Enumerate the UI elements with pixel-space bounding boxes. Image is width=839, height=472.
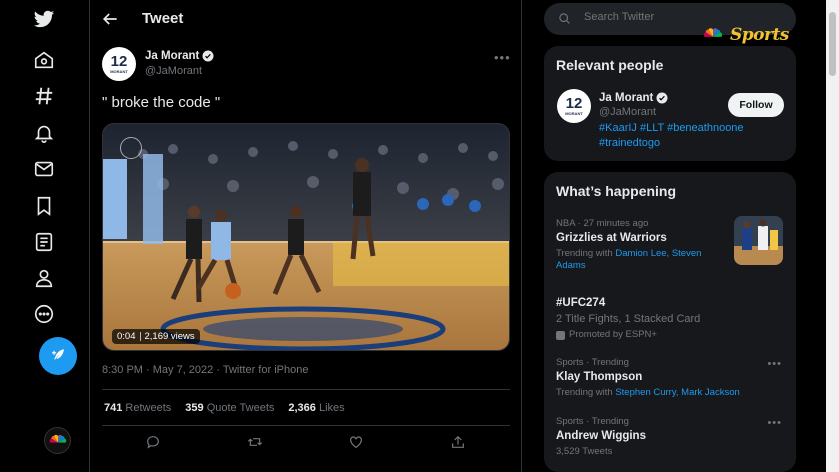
relevant-person-name[interactable]: Ja Morant: [599, 92, 668, 104]
video-time: 0:04: [117, 331, 136, 342]
quote-tweets-stat[interactable]: 359 Quote Tweets: [185, 402, 274, 414]
nbc-peacock-icon: [49, 434, 66, 443]
tweet-stats: 741 Retweets 359 Quote Tweets 2,366 Like…: [104, 402, 345, 414]
tweet-detail-column: Tweet 12 MORANT Ja Morant @JaMorant ••• …: [90, 0, 522, 472]
scrollbar-thumb[interactable]: [829, 12, 836, 76]
trend-item[interactable]: Sports · Trending Klay Thompson Trending…: [556, 357, 792, 399]
relevant-person-bio[interactable]: #KaarIJ #LLT #beneathnoone #trainedtogo: [599, 121, 784, 151]
more-options-icon[interactable]: •••: [494, 50, 511, 65]
like-icon[interactable]: [348, 434, 368, 454]
likes-stat[interactable]: 2,366 Likes: [288, 402, 344, 414]
divider: [102, 389, 510, 390]
trend-title: Klay Thompson: [556, 371, 643, 383]
trend-item[interactable]: Sports · Trending Andrew Wiggins 3,529 T…: [556, 416, 792, 458]
tweet-timestamp[interactable]: 8:30 PM · May 7, 2022 · Twitter for iPho…: [102, 364, 308, 376]
trend-item[interactable]: #UFC274 2 Title Fights, 1 Stacked Card P…: [556, 294, 792, 341]
nbc-peacock-icon: [703, 28, 723, 37]
more-icon[interactable]: [22, 292, 66, 336]
video-watermark-icon: [120, 137, 142, 159]
relevant-people-panel: Relevant people 12 MORANT Ja Morant @JaM…: [544, 46, 796, 161]
left-nav: [0, 0, 90, 472]
relevant-person-avatar[interactable]: 12 MORANT: [557, 89, 591, 123]
header: Tweet: [90, 0, 522, 38]
follow-button[interactable]: Follow: [728, 93, 784, 117]
trend-context: Sports · Trending: [556, 357, 629, 368]
tweet-video[interactable]: 0:04 2,169 views: [102, 123, 510, 351]
back-arrow-icon[interactable]: [100, 9, 120, 29]
nbc-sports-watermark: Sports: [698, 24, 789, 46]
promoted-icon: [556, 330, 565, 340]
reply-icon[interactable]: [145, 434, 165, 454]
twitter-logo-icon[interactable]: [22, 0, 66, 41]
tweet-text: " broke the code ": [102, 94, 221, 111]
trend-thumbnail[interactable]: [734, 216, 783, 265]
video-frame: [103, 124, 509, 350]
avatar-jersey-number: 12: [565, 94, 583, 112]
page-scrollbar[interactable]: [826, 0, 839, 472]
trend-subtitle: Trending with Damion Lee, Steven Adams: [556, 248, 702, 271]
author-avatar[interactable]: 12 MORANT: [102, 47, 136, 81]
verified-badge-icon: [202, 50, 214, 62]
page-title: Tweet: [142, 10, 184, 27]
avatar-jersey-number: 12: [110, 52, 128, 70]
author-name-text: Ja Morant: [145, 50, 200, 62]
trend-links[interactable]: Stephen Curry, Mark Jackson: [615, 387, 739, 398]
trend-subtitle: Trending with Stephen Curry, Mark Jackso…: [556, 387, 740, 398]
compose-icon: [52, 349, 64, 360]
share-icon[interactable]: [450, 434, 470, 454]
trend-subtitle: 3,529 Tweets: [556, 446, 613, 457]
compose-button[interactable]: [39, 337, 77, 375]
divider: [102, 425, 510, 426]
search-icon: [559, 13, 570, 24]
verified-badge-icon: [656, 92, 668, 104]
whats-happening-title: What’s happening: [556, 183, 677, 199]
video-badge: 0:04 2,169 views: [112, 329, 200, 344]
avatar-jersey-name: MORANT: [565, 110, 583, 116]
search-input[interactable]: [584, 11, 734, 23]
avatar-jersey-name: MORANT: [110, 68, 128, 74]
trend-subtitle: 2 Title Fights, 1 Stacked Card: [556, 313, 701, 325]
trend-more-icon[interactable]: •••: [767, 358, 782, 370]
trend-more-icon[interactable]: •••: [767, 417, 782, 429]
trend-title: #UFC274: [556, 297, 606, 309]
account-avatar[interactable]: [44, 427, 71, 454]
promoted-label: Promoted by ESPN+: [556, 329, 792, 341]
trend-title: Andrew Wiggins: [556, 430, 646, 442]
whats-happening-panel: What’s happening NBA · 27 minutes ago Gr…: [544, 172, 796, 472]
tweet-actions: [90, 434, 522, 458]
relevant-person-handle[interactable]: @JaMorant: [599, 106, 656, 118]
author-name[interactable]: Ja Morant: [145, 50, 214, 62]
relevant-people-title: Relevant people: [556, 57, 664, 73]
retweet-icon[interactable]: [247, 434, 267, 454]
nbc-sports-wordmark: Sports: [730, 25, 789, 45]
author-handle[interactable]: @JaMorant: [145, 65, 202, 77]
retweets-stat[interactable]: 741 Retweets: [104, 402, 171, 414]
relevant-person-name-text: Ja Morant: [599, 92, 654, 104]
trend-context: Sports · Trending: [556, 416, 629, 427]
video-views: 2,169 views: [144, 331, 195, 342]
